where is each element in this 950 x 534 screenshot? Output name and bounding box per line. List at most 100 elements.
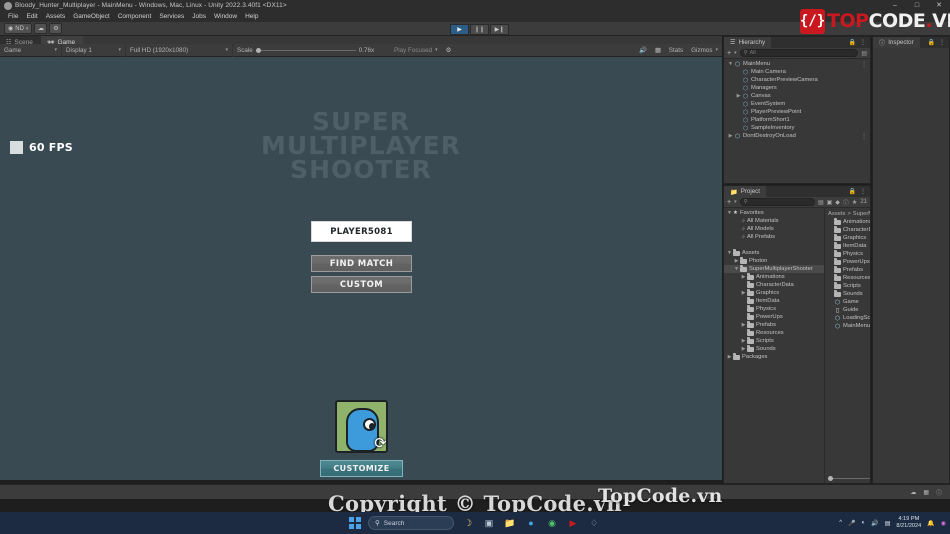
hierarchy-item[interactable]: ⬡ PlatformShort1 — [724, 116, 870, 124]
mute-audio-button[interactable]: 🔊 — [635, 44, 651, 57]
chevron-down-icon[interactable]: ▼ — [726, 210, 733, 216]
project-asset-item[interactable]: ⬡ MainMenu — [825, 322, 870, 330]
menu-jobs[interactable]: Jobs — [188, 11, 210, 22]
project-asset-item[interactable]: ▯ Guide — [825, 306, 870, 314]
task-view-icon[interactable]: ▣ — [482, 516, 496, 530]
game-render-surface[interactable]: 60 FPS SUPER MULTIPLAYER SHOOTER PLAYER5… — [0, 57, 722, 480]
menu-gameobject[interactable]: GameObject — [69, 11, 114, 22]
chevron-down-icon[interactable]: ▼ — [733, 266, 740, 272]
chevron-down-icon[interactable]: ▾ — [734, 50, 737, 56]
hierarchy-item[interactable]: ▶ ⬡ Canvas — [724, 92, 870, 100]
breadcrumb[interactable]: Assets > SuperM — [825, 209, 870, 218]
chevron-down-icon[interactable]: ▼ — [727, 61, 734, 67]
display-target-dropdown[interactable]: Game ▾ — [0, 43, 62, 57]
hierarchy-filter-icon[interactable]: ▤ — [861, 50, 867, 57]
project-tree-item[interactable]: ▼ SuperMultiplayerShooter — [724, 265, 824, 273]
project-zoom-track[interactable] — [828, 475, 870, 481]
weather-icon[interactable]: ☽ — [461, 516, 475, 530]
project-tree-item[interactable]: ▶ Animations — [724, 273, 824, 281]
hierarchy-tree[interactable]: ▼ ⬡ MainMenu ⋮ ⬡ Main Camera ⬡ CharacterPreview… — [724, 59, 870, 140]
chevron-right-icon[interactable]: ▶ — [733, 258, 740, 264]
help-icon[interactable]: ⓘ — [936, 488, 942, 497]
packages-filter-icon[interactable]: ▣ — [827, 199, 833, 206]
menu-component[interactable]: Component — [114, 11, 156, 22]
project-tree-item[interactable]: Resources — [724, 329, 824, 337]
file-explorer-icon[interactable]: 📁 — [503, 516, 517, 530]
profile-icon[interactable]: ◉ — [941, 520, 946, 527]
unity-hub-icon[interactable]: ▶ — [566, 516, 580, 530]
collab-icon[interactable]: ☁ — [910, 489, 916, 496]
breadcrumb-current[interactable]: SuperM — [853, 211, 870, 217]
project-tree-item[interactable]: ▶ Packages — [724, 353, 824, 361]
cloud-button[interactable]: ☁ — [34, 23, 48, 34]
lock-icon[interactable]: 🔒 — [849, 188, 856, 195]
taskbar-search-input[interactable]: ⚲ Search — [368, 516, 454, 530]
edge-icon[interactable]: ● — [524, 516, 538, 530]
project-asset-item[interactable]: Prefabs — [825, 266, 870, 274]
project-asset-item[interactable]: Resources — [825, 274, 870, 282]
scale-slider-knob[interactable] — [255, 47, 261, 53]
project-tree-item[interactable]: ▶ Prefabs — [724, 321, 824, 329]
pause-button[interactable]: ❙❙ — [470, 24, 489, 35]
character-preview[interactable]: ⟳ — [335, 400, 388, 453]
chevron-right-icon[interactable]: ▶ — [726, 354, 733, 360]
project-asset-item[interactable]: Physics — [825, 250, 870, 258]
customize-button[interactable]: CUSTOMIZE — [320, 460, 403, 477]
hierarchy-item[interactable]: ⬡ SampleInventory — [724, 124, 870, 132]
microphone-icon[interactable]: 🎤 — [848, 520, 855, 527]
menu-file[interactable]: File — [4, 11, 22, 22]
tab-project[interactable]: 📁 Project — [724, 186, 766, 197]
project-tree-item[interactable]: PowerUps — [724, 313, 824, 321]
type-filter-icon[interactable]: ◆ — [835, 199, 840, 206]
chevron-right-icon[interactable]: ▶ — [735, 93, 742, 99]
hierarchy-item[interactable]: ▶ ⬡ DontDestroyOnLoad ⋮ — [724, 132, 870, 140]
add-asset-button[interactable]: + — [727, 199, 731, 206]
clock[interactable]: 4:19 PM 8/21/2024 — [896, 516, 921, 530]
gameview-settings-button[interactable]: ⚙ — [442, 44, 456, 57]
menu-window[interactable]: Window — [210, 11, 241, 22]
hierarchy-item[interactable]: ⬡ Main Camera — [724, 68, 870, 76]
project-tree-item[interactable]: ⌕ All Prefabs — [724, 233, 824, 241]
chevron-right-icon[interactable]: ▶ — [740, 290, 747, 296]
wifi-icon[interactable]: ◐ — [862, 520, 866, 526]
project-tree-item[interactable]: ▶ Graphics — [724, 289, 824, 297]
aspect-button[interactable]: ▦ — [651, 44, 665, 57]
chrome-icon[interactable]: ◉ — [545, 516, 559, 530]
speaker-icon[interactable]: 🔊 — [871, 520, 878, 527]
close-button[interactable]: ✕ — [928, 0, 950, 11]
settings-button[interactable]: ⚙ — [49, 23, 63, 34]
layers-icon[interactable]: ▦ — [923, 489, 929, 496]
project-tree-item[interactable]: ▶ Sounds — [724, 345, 824, 353]
project-tree-item[interactable]: ⌕ All Materials — [724, 217, 824, 225]
hierarchy-item[interactable]: ⬡ EventSystem — [724, 100, 870, 108]
maximize-button[interactable]: □ — [906, 0, 928, 11]
hierarchy-item[interactable]: ⬡ CharacterPreviewCamera — [724, 76, 870, 84]
refresh-icon[interactable]: ⟳ — [371, 434, 386, 451]
kebab-icon[interactable]: ⋮ — [939, 39, 945, 46]
player-name-input[interactable]: PLAYER5081 — [311, 221, 412, 242]
project-asset-item[interactable]: ItemData — [825, 242, 870, 250]
menu-services[interactable]: Services — [155, 11, 188, 22]
project-asset-item[interactable]: Scripts — [825, 282, 870, 290]
bell-icon[interactable]: 🔔 — [927, 520, 934, 527]
play-focused-dropdown[interactable]: Play Focused ▾ — [390, 44, 442, 57]
add-gameobject-button[interactable]: + — [727, 50, 731, 57]
project-tree-item[interactable]: Physics — [724, 305, 824, 313]
chevron-right-icon[interactable]: ▶ — [740, 274, 747, 280]
tab-hierarchy[interactable]: ☰ Hierarchy — [724, 37, 772, 48]
stats-button[interactable]: Stats — [665, 44, 687, 57]
chevron-right-icon[interactable]: ▶ — [740, 322, 747, 328]
favorite-filter-icon[interactable]: ▤ — [818, 199, 824, 206]
lock-icon[interactable]: 🔒 — [849, 39, 856, 46]
hierarchy-item[interactable]: ⬡ PlayerPreviewPoint — [724, 108, 870, 116]
scale-slider[interactable]: Scale 0.76x — [233, 44, 390, 57]
menu-assets[interactable]: Assets — [42, 11, 70, 22]
project-asset-list[interactable]: Assets > SuperM Animations CharacterData G… — [825, 208, 870, 495]
project-tree-item[interactable]: ▶ Photon — [724, 257, 824, 265]
project-asset-item[interactable]: ⬡LoadingScre — [825, 314, 870, 322]
project-asset-item[interactable]: ⬡ Game — [825, 298, 870, 306]
star-filter-icon[interactable]: ★ — [852, 199, 857, 206]
gizmos-button[interactable]: Gizmos ▾ — [687, 44, 722, 57]
project-tree-item[interactable]: ItemData — [724, 297, 824, 305]
account-button[interactable]: ◉ ND ▾ — [4, 23, 33, 34]
